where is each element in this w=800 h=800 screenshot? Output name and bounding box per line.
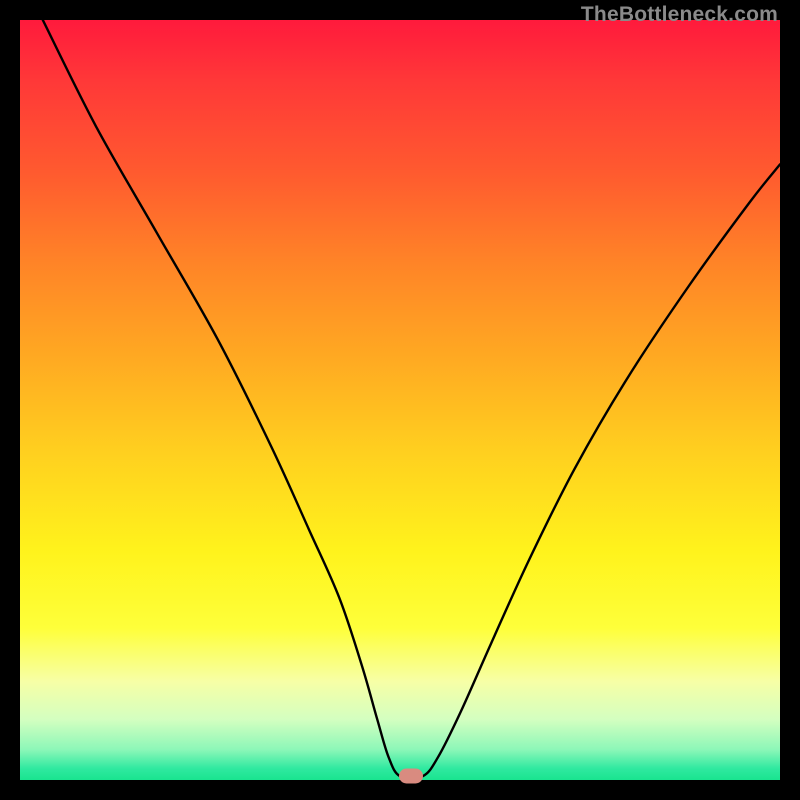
plot-area [20,20,780,780]
bottleneck-curve [20,20,780,780]
chart-stage: TheBottleneck.com [0,0,800,800]
optimum-marker [399,769,423,784]
attribution-text: TheBottleneck.com [581,3,778,27]
